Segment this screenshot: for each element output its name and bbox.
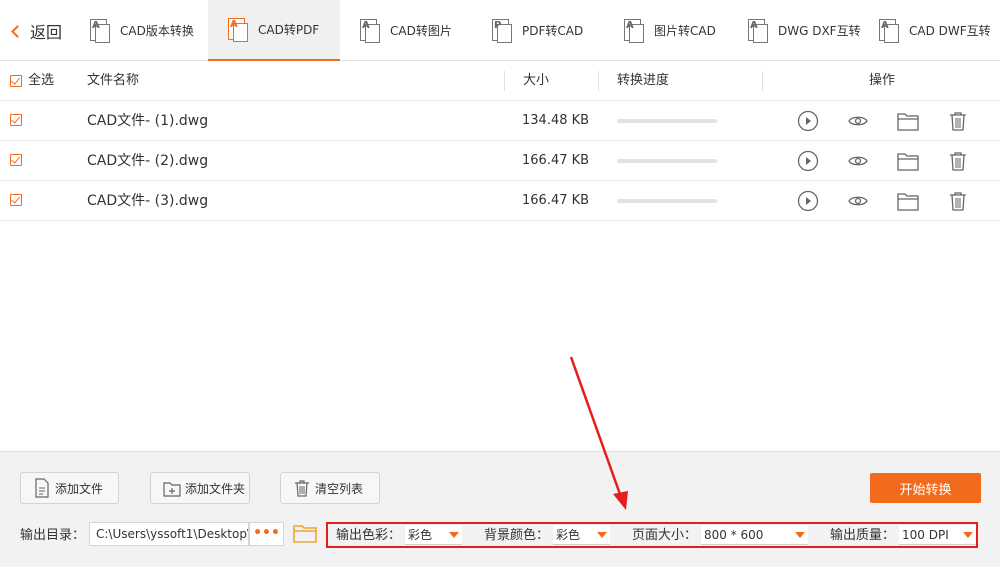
- tab-dwg-dxf-convert[interactable]: A DWG DXF互转: [746, 0, 861, 61]
- dropdown-arrow-icon: [597, 532, 607, 538]
- folder-icon[interactable]: [897, 190, 919, 212]
- output-quality-select[interactable]: 100 DPI: [899, 525, 976, 545]
- row-checkbox[interactable]: [10, 194, 22, 206]
- back-button[interactable]: 返回: [6, 0, 68, 61]
- add-file-button[interactable]: 添加文件: [20, 472, 119, 504]
- table-row[interactable]: CAD文件- (1).dwg 134.48 KB: [0, 101, 1000, 141]
- trash-icon: [293, 478, 311, 498]
- progress-bar: [617, 199, 717, 203]
- trash-icon[interactable]: [947, 190, 969, 212]
- column-divider: [504, 71, 505, 91]
- file-name: CAD文件- (2).dwg: [87, 141, 208, 181]
- back-label: 返回: [30, 19, 62, 43]
- progress-bar: [617, 119, 717, 123]
- tab-label: 图片转CAD: [654, 22, 716, 39]
- column-header-actions: 操作: [869, 61, 895, 101]
- eye-icon[interactable]: [847, 150, 869, 172]
- tab-label: DWG DXF互转: [778, 22, 861, 39]
- tab-cad-dwf-convert[interactable]: A CAD DWF互转: [877, 0, 991, 61]
- bg-color-select[interactable]: 彩色: [553, 525, 610, 545]
- file-name: CAD文件- (3).dwg: [87, 181, 208, 221]
- column-divider: [762, 71, 763, 91]
- row-checkbox[interactable]: [10, 154, 22, 166]
- eye-icon[interactable]: [847, 190, 869, 212]
- add-file-label: 添加文件: [55, 480, 103, 497]
- output-color-label: 输出色彩：: [336, 524, 401, 543]
- image-file-icon: A: [622, 18, 646, 44]
- cad-file-icon: A: [88, 18, 112, 44]
- select-all-label: 全选: [28, 61, 54, 101]
- page-size-label: 页面大小：: [632, 524, 697, 543]
- progress-bar: [617, 159, 717, 163]
- row-checkbox[interactable]: [10, 114, 22, 126]
- column-header-size: 大小: [523, 61, 549, 101]
- page-size-value: 800 * 600: [704, 528, 763, 542]
- trash-icon[interactable]: [947, 150, 969, 172]
- clear-list-label: 清空列表: [315, 480, 363, 497]
- dropdown-arrow-icon: [963, 532, 973, 538]
- browse-dir-button[interactable]: •••: [249, 522, 284, 546]
- column-header-name: 文件名称: [87, 61, 139, 101]
- tab-cad-version-convert[interactable]: A CAD版本转换: [88, 0, 194, 61]
- dwf-file-icon: A: [877, 18, 901, 44]
- tab-cad-to-pdf[interactable]: A CAD转PDF: [208, 0, 340, 61]
- play-icon[interactable]: [797, 110, 819, 132]
- add-folder-icon: [163, 478, 181, 498]
- file-size: 166.47 KB: [522, 141, 589, 181]
- tab-pdf-to-cad[interactable]: P PDF转CAD: [490, 0, 583, 61]
- output-quality-label: 输出质量：: [830, 524, 895, 543]
- select-all-checkbox[interactable]: [10, 75, 22, 87]
- dwg-file-icon: A: [746, 18, 770, 44]
- eye-icon[interactable]: [847, 110, 869, 132]
- tab-label: CAD转图片: [390, 22, 452, 39]
- table-row[interactable]: CAD文件- (2).dwg 166.47 KB: [0, 141, 1000, 181]
- bottom-panel: 添加文件 添加文件夹 清空列表 开始转换 输出目录： C:\Users\ysso…: [0, 451, 1000, 567]
- add-file-icon: [33, 478, 51, 498]
- bg-color-label: 背景颜色：: [484, 524, 549, 543]
- add-folder-button[interactable]: 添加文件夹: [150, 472, 250, 504]
- trash-icon[interactable]: [947, 110, 969, 132]
- dropdown-arrow-icon: [795, 532, 805, 538]
- tab-image-to-cad[interactable]: A 图片转CAD: [622, 0, 716, 61]
- pdf-file-icon: P: [490, 18, 514, 44]
- table-row[interactable]: CAD文件- (3).dwg 166.47 KB: [0, 181, 1000, 221]
- tab-cad-to-image[interactable]: A CAD转图片: [358, 0, 452, 61]
- add-folder-label: 添加文件夹: [185, 480, 245, 497]
- chevron-left-icon: [10, 21, 24, 41]
- column-divider: [598, 71, 599, 91]
- output-dir-field[interactable]: C:\Users\yssoft1\Desktop\: [89, 522, 249, 546]
- open-folder-icon[interactable]: [293, 521, 317, 545]
- bg-color-value: 彩色: [556, 528, 580, 542]
- tab-label: CAD转PDF: [258, 21, 319, 38]
- play-icon[interactable]: [797, 150, 819, 172]
- tab-label: PDF转CAD: [522, 22, 583, 39]
- output-dir-label: 输出目录：: [20, 524, 85, 543]
- page-size-select[interactable]: 800 * 600: [701, 525, 808, 545]
- cad-image-icon: A: [358, 18, 382, 44]
- column-header-progress: 转换进度: [617, 61, 669, 101]
- dropdown-arrow-icon: [449, 532, 459, 538]
- folder-icon[interactable]: [897, 110, 919, 132]
- clear-list-button[interactable]: 清空列表: [280, 472, 380, 504]
- play-icon[interactable]: [797, 190, 819, 212]
- cad-to-pdf-icon: A: [226, 17, 250, 43]
- start-convert-button[interactable]: 开始转换: [870, 473, 981, 503]
- folder-icon[interactable]: [897, 150, 919, 172]
- file-name: CAD文件- (1).dwg: [87, 101, 208, 141]
- output-color-value: 彩色: [408, 528, 432, 542]
- table-header: 全选 文件名称 大小 转换进度 操作: [0, 61, 1000, 101]
- top-toolbar: 返回 A CAD版本转换 A CAD转PDF A CAD转图片 P PDF转CA…: [0, 0, 1000, 61]
- tab-label: CAD DWF互转: [909, 22, 991, 39]
- file-size: 134.48 KB: [522, 101, 589, 141]
- tab-label: CAD版本转换: [120, 22, 194, 39]
- file-size: 166.47 KB: [522, 181, 589, 221]
- output-color-select[interactable]: 彩色: [405, 525, 462, 545]
- output-quality-value: 100 DPI: [902, 528, 949, 542]
